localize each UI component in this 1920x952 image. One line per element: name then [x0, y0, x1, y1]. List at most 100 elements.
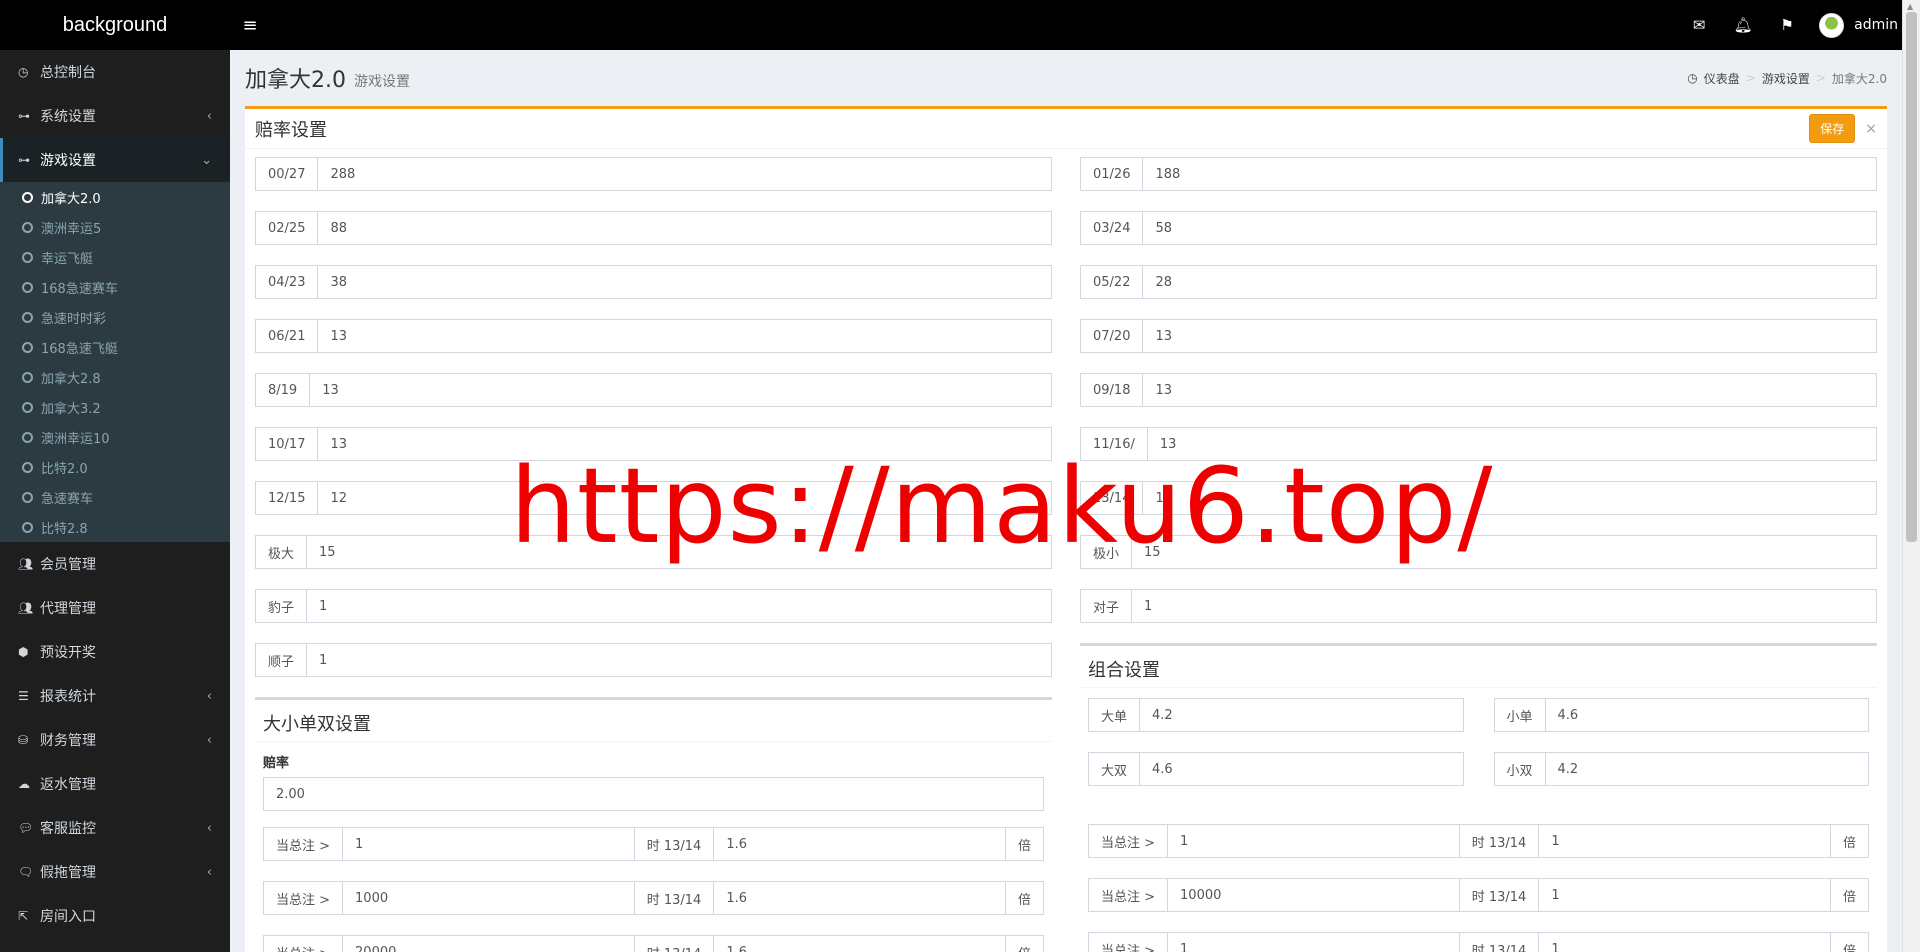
- odds-field: 09/18 13: [1080, 373, 1877, 407]
- sidebar-item-fake-users[interactable]: 🗨︎ 假拖管理 ‹: [0, 850, 230, 894]
- app-logo[interactable]: background: [0, 14, 230, 37]
- odds-input[interactable]: 1: [307, 644, 1051, 676]
- submenu-item[interactable]: 比特2.8: [0, 512, 230, 542]
- submenu-item[interactable]: 加拿大2.0: [0, 182, 230, 212]
- tier-amount-input[interactable]: 20000: [343, 936, 635, 952]
- odds-input[interactable]: 1: [1132, 590, 1876, 622]
- tier-odds-input[interactable]: 1.6: [714, 882, 1005, 914]
- circle-icon: [22, 521, 33, 533]
- combo-input[interactable]: 4.2: [1546, 753, 1868, 785]
- bell-icon[interactable]: 🔔︎: [1721, 16, 1765, 34]
- sidebar-item-label: 代理管理: [40, 601, 96, 617]
- sidebar-item-support-monitor[interactable]: 💬︎ 客服监控 ‹: [0, 806, 230, 850]
- combo-field: 小双 4.2: [1493, 752, 1869, 786]
- sidebar-item-game-settings[interactable]: ⊶ 游戏设置 ⌄: [0, 138, 230, 182]
- section-title: 大小单双设置: [255, 700, 1052, 742]
- odds-input[interactable]: 38: [318, 266, 1051, 298]
- comment-icon: 🗨︎: [18, 865, 34, 879]
- odds-input[interactable]: 58: [1143, 212, 1876, 244]
- odds-field: 02/25 88: [255, 211, 1052, 245]
- combo-row: 大双 4.6 小双 4.2: [1088, 752, 1869, 806]
- gamepad-icon: ⊶: [18, 153, 30, 167]
- close-icon[interactable]: ×: [1865, 121, 1877, 137]
- tier-odds-input[interactable]: 1: [1539, 825, 1830, 857]
- submenu-item[interactable]: 比特2.0: [0, 452, 230, 482]
- circle-icon: [22, 401, 33, 413]
- scrollbar-thumb[interactable]: [1906, 12, 1917, 542]
- submenu-item[interactable]: 急速赛车: [0, 482, 230, 512]
- circle-icon: [22, 371, 33, 383]
- sidebar-item-room-entry[interactable]: ⇱ 房间入口: [0, 894, 230, 938]
- combo-settings-body: 大单 4.2 小单 4.6 大双 4.6 小双 4.2 当总注 > 1 时 13/14 …: [1080, 688, 1877, 952]
- sidebar-item-rebate[interactable]: ☁ 返水管理: [0, 762, 230, 806]
- rate-input[interactable]: 2.00: [263, 777, 1044, 811]
- page-scrollbar[interactable]: ▲: [1902, 0, 1920, 952]
- tier-amount-input[interactable]: 1: [343, 828, 635, 860]
- odds-field: 顺子 1: [255, 643, 1052, 677]
- circle-icon: [22, 251, 33, 263]
- tier-amount-input[interactable]: 10000: [1168, 879, 1460, 911]
- combo-input[interactable]: 4.2: [1140, 699, 1462, 731]
- sidebar-item-reports[interactable]: ☰ 报表统计 ‹: [0, 674, 230, 718]
- tier-row: 当总注 > 10000 时 13/14 1 倍: [1088, 878, 1869, 912]
- odds-input[interactable]: 13: [310, 374, 1051, 406]
- odds-input[interactable]: 1: [307, 590, 1051, 622]
- tier-amount-input[interactable]: 1: [1168, 825, 1460, 857]
- odds-input[interactable]: 88: [318, 212, 1051, 244]
- sidebar-item-system-settings[interactable]: ⊶ 系统设置 ‹: [0, 94, 230, 138]
- submenu-item[interactable]: 168急速赛车: [0, 272, 230, 302]
- submenu-item[interactable]: 加拿大2.8: [0, 362, 230, 392]
- submenu-item[interactable]: 澳洲幸运5: [0, 212, 230, 242]
- chevron-left-icon: ‹: [206, 108, 212, 124]
- sidebar-item-dashboard[interactable]: ◷ 总控制台: [0, 50, 230, 94]
- tier-odds-input[interactable]: 1: [1539, 879, 1830, 911]
- envelope-icon[interactable]: ✉: [1677, 16, 1721, 34]
- breadcrumb-separator: >: [1745, 71, 1756, 85]
- save-button[interactable]: 保存: [1809, 114, 1856, 143]
- sidebar-item-label: 总控制台: [40, 65, 96, 81]
- odds-input[interactable]: 288: [318, 158, 1051, 190]
- size-settings-box: 大小单双设置 赔率 2.00 当总注 > 1 时 13/14 1.6 倍 当总注…: [255, 697, 1052, 952]
- submenu-item[interactable]: 168急速飞艇: [0, 332, 230, 362]
- odds-input[interactable]: 13: [318, 320, 1051, 352]
- chevron-left-icon: ‹: [206, 732, 212, 748]
- submenu-item[interactable]: 加拿大3.2: [0, 392, 230, 422]
- breadcrumb-link[interactable]: 游戏设置: [1762, 70, 1810, 87]
- tier-row: 当总注 > 1 时 13/14 1 倍: [1088, 824, 1869, 858]
- navbar-right: ✉ 🔔︎ ⚑ admin: [1677, 12, 1920, 38]
- odds-input[interactable]: 188: [1143, 158, 1876, 190]
- odds-input[interactable]: 13: [1143, 374, 1876, 406]
- avatar: [1819, 12, 1845, 38]
- circle-icon: [22, 221, 33, 233]
- odds-input[interactable]: 13: [1143, 320, 1876, 352]
- sidebar-item-agents[interactable]: 👥︎ 代理管理: [0, 586, 230, 630]
- cloud-upload-icon: ☁: [18, 777, 30, 791]
- combo-input[interactable]: 4.6: [1546, 699, 1868, 731]
- scroll-up-icon[interactable]: ▲: [1907, 2, 1913, 11]
- sidebar-item-label: 系统设置: [40, 109, 96, 125]
- tier-amount-input[interactable]: 1: [1168, 933, 1460, 952]
- user-menu[interactable]: admin: [1819, 12, 1898, 38]
- tier-odds-input[interactable]: 1: [1539, 933, 1830, 952]
- hamburger-icon[interactable]: ≡: [230, 15, 270, 36]
- sidebar-item-members[interactable]: 👥︎ 会员管理: [0, 542, 230, 586]
- tier-odds-input[interactable]: 1.6: [714, 828, 1005, 860]
- combo-row: 大单 4.2 小单 4.6: [1088, 698, 1869, 752]
- submenu-item[interactable]: 幸运飞艇: [0, 242, 230, 272]
- sidebar-item-preset-draw[interactable]: ⬢ 预设开奖: [0, 630, 230, 674]
- combo-input[interactable]: 4.6: [1140, 753, 1462, 785]
- submenu-item[interactable]: 澳洲幸运10: [0, 422, 230, 452]
- odds-input[interactable]: 28: [1143, 266, 1876, 298]
- tier-odds-input[interactable]: 1.6: [714, 936, 1005, 952]
- submenu-item[interactable]: 急速时时彩: [0, 302, 230, 332]
- tier-amount-input[interactable]: 1000: [343, 882, 635, 914]
- sidebar-item-finance[interactable]: ⛁ 财务管理 ‹: [0, 718, 230, 762]
- odds-field: 01/26 188: [1080, 157, 1877, 191]
- flag-icon[interactable]: ⚑: [1765, 16, 1809, 34]
- chevron-left-icon: ‹: [206, 688, 212, 704]
- chevron-left-icon: ‹: [206, 864, 212, 880]
- odds-field: 00/27 288: [255, 157, 1052, 191]
- sidebar-item-label: 预设开奖: [40, 645, 96, 661]
- breadcrumb-link[interactable]: 仪表盘: [1704, 70, 1740, 87]
- sidebar-item-label: 返水管理: [40, 777, 96, 793]
